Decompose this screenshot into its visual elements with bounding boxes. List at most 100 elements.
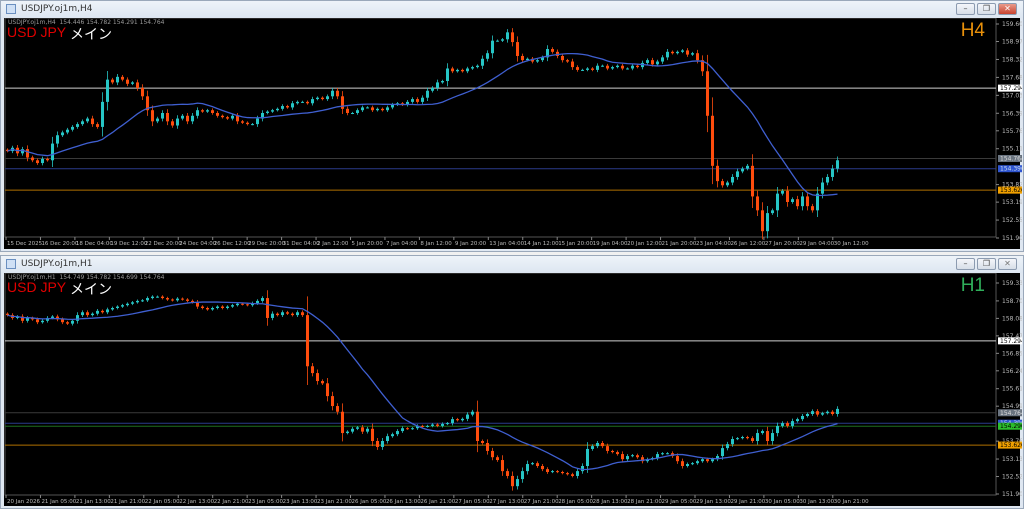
bear-candle [511, 32, 514, 43]
bull-candle [301, 101, 304, 103]
bear-candle [406, 428, 409, 430]
bear-candle [126, 79, 129, 84]
minimize-button[interactable]: – [956, 3, 975, 15]
bear-candle [756, 196, 759, 211]
bull-candle [316, 97, 319, 100]
bull-candle [176, 298, 179, 301]
bull-candle [496, 40, 499, 42]
bull-candle [601, 65, 604, 67]
bear-candle [336, 90, 339, 97]
bull-candle [461, 418, 464, 421]
bull-candle [296, 312, 299, 316]
bull-candle [581, 466, 584, 472]
chart-window-h1[interactable]: USDJPY.oj1m,H1 – ❐ ✕ 159.330 158.700 158.0… [0, 255, 1024, 509]
price-tick-label: 155.610 [1002, 386, 1022, 393]
price-tick-label: 158.970 [1002, 39, 1022, 46]
bull-candle [581, 69, 584, 71]
chart-window-icon [6, 259, 16, 269]
chart-area[interactable]: 159.600 158.970 158.325 157.680 157.035 156.3… [4, 18, 1022, 251]
bear-candle [686, 50, 689, 55]
bear-candle [31, 157, 34, 161]
bull-candle [441, 423, 444, 426]
bull-candle [96, 310, 99, 314]
bear-candle [166, 112, 169, 122]
bear-candle [816, 411, 819, 415]
bull-candle [91, 313, 94, 316]
bull-candle [441, 81, 444, 83]
bull-candle [686, 464, 689, 467]
bull-candle [101, 101, 104, 127]
bull-candle [691, 463, 694, 465]
price-level-label: 154.396 [1000, 166, 1022, 173]
bear-candle [326, 383, 329, 397]
price-tick-label: 158.700 [1002, 298, 1022, 305]
bear-candle [186, 115, 189, 122]
bear-candle [671, 51, 674, 54]
chart-window-h4[interactable]: USDJPY.oj1m,H4 – ❐ ✕ 159.600 158.970 158.3… [0, 0, 1024, 252]
bull-candle [326, 96, 329, 100]
bull-candle [71, 126, 74, 130]
bear-candle [61, 319, 64, 323]
bull-candle [386, 107, 389, 111]
price-tick-label: 153.135 [1002, 456, 1022, 463]
time-tick-label: 15 Dec 2025 [7, 241, 43, 247]
bull-candle [626, 456, 629, 460]
chart-area[interactable]: 159.330158.700158.085157.470156.855156.2… [4, 273, 1022, 508]
time-tick-label: 31 Dec 04:00 [283, 241, 320, 247]
bull-candle [76, 124, 79, 127]
bear-candle [786, 190, 789, 202]
bear-candle [291, 313, 294, 316]
bull-candle [351, 112, 354, 114]
bull-candle [446, 423, 449, 425]
time-tick-label: 19 Dec 12:00 [110, 241, 147, 247]
bull-candle [776, 425, 779, 434]
bear-candle [536, 463, 539, 467]
bear-candle [611, 450, 614, 453]
bull-candle [426, 425, 429, 427]
price-tick-label: 155.115 [1002, 146, 1022, 153]
bull-candle [81, 312, 84, 316]
bear-candle [806, 196, 809, 207]
time-tick-label: 14 Jan 12:00 [524, 241, 559, 247]
bear-candle [286, 106, 289, 108]
bull-candle [531, 463, 534, 465]
bull-candle [131, 302, 134, 304]
restore-button[interactable]: ❐ [977, 258, 996, 270]
bear-candle [621, 454, 624, 460]
bull-candle [456, 69, 459, 72]
bull-candle [366, 107, 369, 109]
restore-button[interactable]: ❐ [977, 3, 996, 15]
bull-candle [231, 115, 234, 119]
bull-candle [291, 103, 294, 108]
minimize-button[interactable]: – [956, 258, 975, 270]
price-level-label: 154.764 [1000, 155, 1022, 162]
bull-candle [611, 67, 614, 69]
bear-candle [746, 437, 749, 439]
candlestick-chart[interactable]: 159.600 158.970 158.325 157.680 157.035 156.3… [4, 18, 1022, 251]
candlestick-chart[interactable]: 159.330158.700158.085157.470156.855156.2… [4, 273, 1022, 508]
bull-candle [216, 306, 219, 309]
bull-candle [616, 65, 619, 68]
bull-candle [451, 419, 454, 424]
time-tick-label: 27 Jan 21:00 [524, 499, 559, 505]
bear-candle [796, 199, 799, 207]
bull-candle [41, 320, 44, 323]
price-tick-label: 156.855 [1002, 350, 1022, 357]
bear-candle [416, 99, 419, 102]
time-tick-label: 8 Jan 12:00 [420, 241, 452, 247]
bull-candle [681, 50, 684, 52]
title-bar[interactable]: USDJPY.oj1m,H1 – ❐ ✕ [1, 256, 1023, 273]
time-tick-label: 9 Jan 20:00 [455, 241, 487, 247]
bull-candle [516, 479, 519, 487]
bull-candle [131, 82, 134, 84]
bull-candle [731, 176, 734, 183]
bear-candle [551, 49, 554, 52]
close-button[interactable]: ✕ [998, 258, 1017, 270]
bull-candle [811, 411, 814, 415]
close-button[interactable]: ✕ [998, 3, 1017, 15]
time-tick-label: 15 Jan 20:00 [558, 241, 593, 247]
bull-candle [196, 110, 199, 116]
bull-candle [766, 213, 769, 232]
bear-candle [636, 65, 639, 68]
title-bar[interactable]: USDJPY.oj1m,H4 – ❐ ✕ [1, 1, 1023, 18]
